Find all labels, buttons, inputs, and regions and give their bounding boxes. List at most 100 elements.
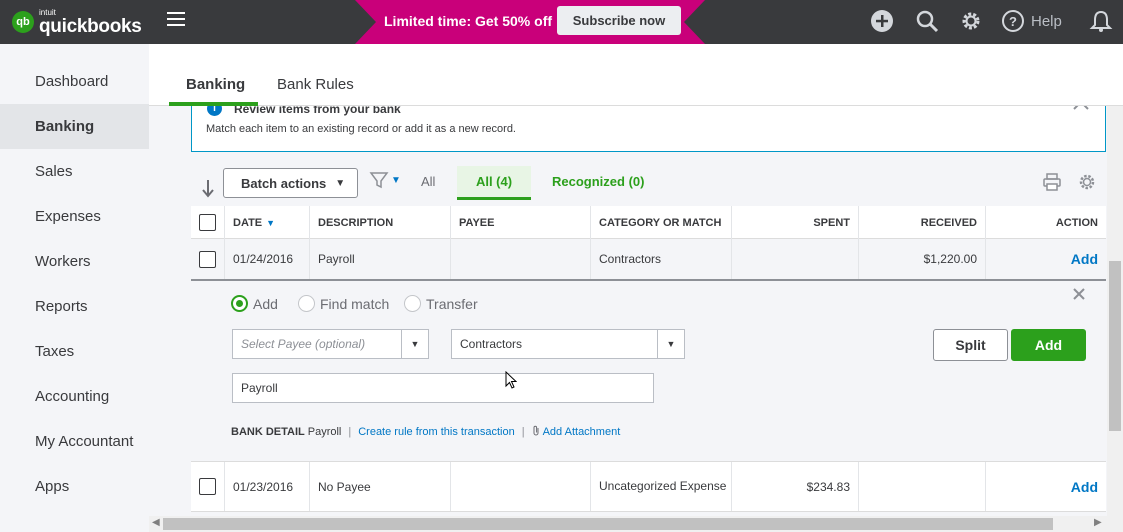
quickbooks-logo[interactable]: qb intuit quickbooks <box>12 8 142 36</box>
batch-actions-button[interactable]: Batch actions ▼ <box>223 168 358 198</box>
header-description[interactable]: DESCRIPTION <box>310 206 451 239</box>
row-checkbox[interactable] <box>199 478 216 495</box>
radio-find-match[interactable]: Find match <box>298 295 389 312</box>
horizontal-scroll-thumb[interactable] <box>163 518 1053 530</box>
sidebar-item-accounting[interactable]: Accounting <box>0 374 149 419</box>
table-row[interactable]: 01/23/2016 No Payee Uncategorized Expens… <box>191 462 1106 512</box>
logo-name-text: quickbooks <box>39 15 142 37</box>
category-select[interactable]: Contractors ▼ <box>451 329 685 359</box>
scroll-right-arrow-icon[interactable]: ▶ <box>1094 517 1102 528</box>
header-action: ACTION <box>1055 216 1098 229</box>
header-payee[interactable]: PAYEE <box>451 206 591 239</box>
select-all-checkbox[interactable] <box>199 214 216 231</box>
header-spent[interactable]: SPENT <box>732 206 859 239</box>
add-attachment-link[interactable]: Add Attachment <box>543 426 621 438</box>
help-question-icon: ? <box>1002 10 1024 32</box>
row-category: Uncategorized Expense <box>591 462 732 511</box>
review-title: Review items from your bank <box>234 106 401 116</box>
row-payee <box>451 239 591 279</box>
scroll-left-arrow-icon[interactable]: ◀ <box>152 517 160 528</box>
create-rule-link[interactable]: Create rule from this transaction <box>358 426 515 438</box>
sidebar-item-dashboard[interactable]: Dashboard <box>0 59 149 104</box>
collapse-chevron-icon[interactable] <box>1073 106 1089 115</box>
help-button[interactable]: ? Help <box>1001 8 1062 34</box>
row-spent: $234.83 <box>732 462 859 511</box>
row-date: 01/23/2016 <box>225 462 310 511</box>
caret-down-icon: ▼ <box>657 330 684 358</box>
tab-recognized[interactable]: Recognized (0) <box>552 174 644 189</box>
table-settings-gear-icon[interactable] <box>1077 172 1097 195</box>
sort-down-arrow-icon[interactable] <box>201 178 215 203</box>
sidebar-item-taxes[interactable]: Taxes <box>0 329 149 374</box>
sidebar-item-sales[interactable]: Sales <box>0 149 149 194</box>
table-header: DATE ▼ DESCRIPTION PAYEE CATEGORY OR MAT… <box>191 206 1106 239</box>
caret-down-icon: ▼ <box>401 330 428 358</box>
sidebar-item-my-accountant[interactable]: My Accountant <box>0 419 149 464</box>
vertical-scroll-thumb[interactable] <box>1109 261 1121 431</box>
row-description: Payroll <box>310 239 451 279</box>
category-value: Contractors <box>460 337 523 351</box>
hamburger-menu-icon[interactable] <box>167 12 185 26</box>
bank-detail: BANK DETAIL Payroll | Create rule from t… <box>231 425 621 439</box>
sidebar-item-apps[interactable]: Apps <box>0 464 149 509</box>
radio-transfer[interactable]: Transfer <box>404 295 478 312</box>
paperclip-icon <box>532 425 540 439</box>
subscribe-now-button[interactable]: Subscribe now <box>557 6 681 35</box>
row-description: No Payee <box>310 462 451 511</box>
sidebar-item-banking[interactable]: Banking <box>0 104 149 149</box>
row-category: Contractors <box>591 239 732 279</box>
tab-bar: Banking Bank Rules <box>149 44 1123 106</box>
sidebar-item-reports[interactable]: Reports <box>0 284 149 329</box>
horizontal-scrollbar[interactable]: ◀ ▶ <box>149 516 1123 532</box>
row-date: 01/24/2016 <box>225 239 310 279</box>
add-button[interactable]: Add <box>1011 329 1086 361</box>
filter-all-label[interactable]: All <box>421 174 435 189</box>
transactions-table: DATE ▼ DESCRIPTION PAYEE CATEGORY OR MAT… <box>191 206 1106 512</box>
transactions-toolbar: Batch actions ▼ ▼ All All (4) Recognized… <box>191 164 1106 204</box>
svg-text:?: ? <box>1009 14 1017 29</box>
filter-funnel-icon[interactable]: ▼ <box>369 170 401 190</box>
row-received <box>859 462 986 511</box>
sidebar-nav: Dashboard Banking Sales Expenses Workers… <box>0 44 149 532</box>
tab-banking[interactable]: Banking <box>186 76 245 93</box>
memo-input[interactable]: Payroll <box>232 373 654 403</box>
review-notice: i Review items from your bank Match each… <box>191 106 1106 152</box>
transaction-detail-panel: Add Find match Transfer Select Payee (op… <box>191 281 1106 462</box>
payee-select[interactable]: Select Payee (optional) ▼ <box>232 329 429 359</box>
settings-gear-icon[interactable] <box>959 8 983 34</box>
radio-add[interactable]: Add <box>231 295 278 312</box>
sidebar-item-workers[interactable]: Workers <box>0 239 149 284</box>
sort-caret-icon: ▼ <box>266 217 276 228</box>
row-payee <box>451 462 591 511</box>
table-row[interactable]: 01/24/2016 Payroll Contractors $1,220.00… <box>191 239 1106 281</box>
batch-actions-label: Batch actions <box>241 175 327 191</box>
vertical-scrollbar[interactable] <box>1107 106 1123 516</box>
mouse-cursor-icon <box>505 370 518 392</box>
print-icon[interactable] <box>1042 172 1062 195</box>
create-plus-icon[interactable] <box>870 8 894 34</box>
tab-all-transactions[interactable]: All (4) <box>457 166 531 200</box>
search-icon[interactable] <box>915 8 939 34</box>
radio-add-icon <box>231 295 248 312</box>
row-checkbox[interactable] <box>199 250 216 268</box>
close-icon[interactable] <box>1072 285 1086 306</box>
caret-down-icon: ▼ <box>335 177 346 189</box>
review-subtitle: Match each item to an existing record or… <box>206 123 516 135</box>
bank-detail-label: BANK DETAIL <box>231 426 305 438</box>
tab-bank-rules[interactable]: Bank Rules <box>277 76 354 93</box>
row-received: $1,220.00 <box>859 239 986 279</box>
row-add-link[interactable]: Add <box>1071 251 1098 267</box>
row-add-link[interactable]: Add <box>1071 479 1098 495</box>
row-spent <box>732 239 859 279</box>
payee-placeholder: Select Payee (optional) <box>241 337 366 351</box>
notifications-bell-icon[interactable] <box>1089 8 1113 34</box>
header-received[interactable]: RECEIVED <box>859 206 986 239</box>
info-icon: i <box>207 106 222 116</box>
split-button[interactable]: Split <box>933 329 1008 361</box>
banking-panel: i Review items from your bank Match each… <box>149 106 1107 516</box>
radio-transfer-icon <box>404 295 421 312</box>
header-date[interactable]: DATE ▼ <box>225 206 310 239</box>
main-content: Banking Bank Rules i Review items from y… <box>149 44 1123 532</box>
sidebar-item-expenses[interactable]: Expenses <box>0 194 149 239</box>
header-category[interactable]: CATEGORY OR MATCH <box>591 206 732 239</box>
